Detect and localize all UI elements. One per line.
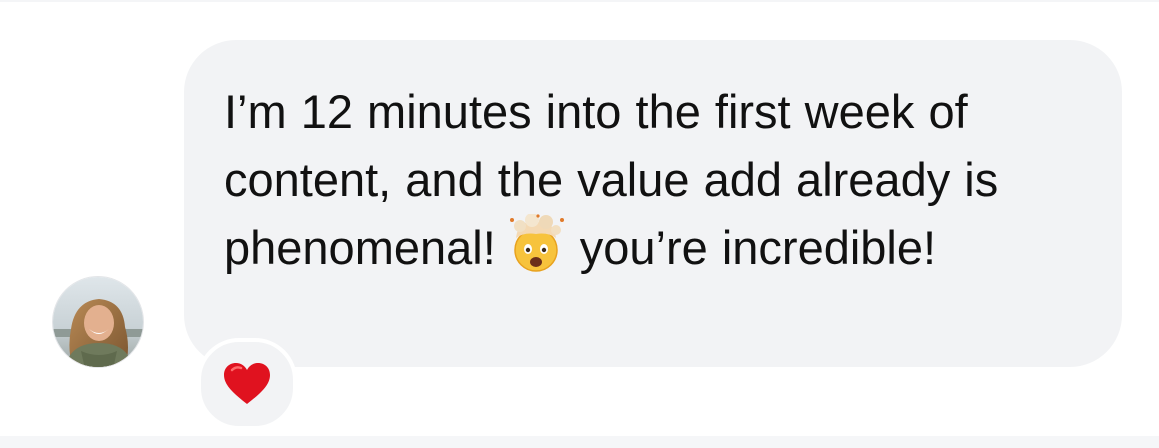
exploding-head-emoji-icon [504,213,568,274]
message-text-part2: you’re incredible! [579,221,937,274]
heart-reaction-badge[interactable] [197,338,297,430]
sender-avatar[interactable] [52,276,144,368]
message-bubble[interactable]: I’m 12 minutes into the first week of co… [184,40,1122,367]
avatar-photo [53,277,143,367]
bottom-divider [0,436,1159,448]
received-message-row: I’m 12 minutes into the first week of co… [0,0,1159,436]
red-heart-icon [223,362,271,406]
message-text: I’m 12 minutes into the first week of co… [224,78,1084,282]
